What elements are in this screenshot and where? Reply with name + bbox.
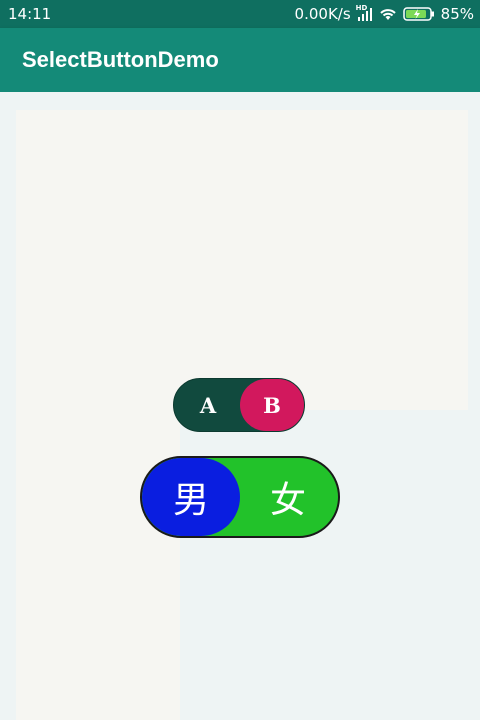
- battery-percent: 85%: [440, 5, 474, 23]
- background-panel-left: [16, 410, 180, 720]
- background-panel-top: [16, 110, 468, 410]
- signal-icon: HD: [355, 4, 373, 21]
- network-speed: 0.00K/s: [294, 5, 351, 23]
- app-bar: SelectButtonDemo: [0, 28, 480, 92]
- option-a-button[interactable]: A: [186, 379, 230, 431]
- gender-select-toggle[interactable]: 男 女: [140, 456, 340, 538]
- option-male-button-selected[interactable]: 男: [142, 458, 240, 536]
- battery-charging-icon: [402, 6, 435, 22]
- wifi-icon: [379, 7, 397, 21]
- status-indicators: 0.00K/s HD 85%: [294, 4, 474, 23]
- status-bar: 14:11 0.00K/s HD 85%: [0, 0, 480, 28]
- hd-label: HD: [355, 4, 368, 12]
- app-title: SelectButtonDemo: [22, 47, 219, 72]
- option-b-button-selected[interactable]: B: [240, 379, 304, 431]
- ab-select-toggle[interactable]: A B: [173, 378, 305, 432]
- option-female-button[interactable]: 女: [238, 458, 338, 536]
- status-time: 14:11: [8, 5, 52, 23]
